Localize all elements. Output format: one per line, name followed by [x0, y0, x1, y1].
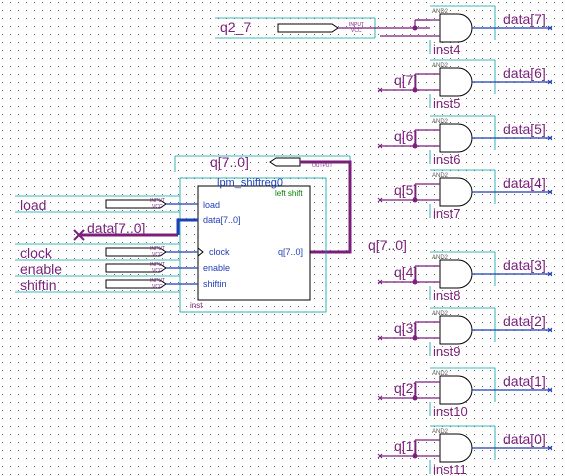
gate-inst-label: inst5 — [433, 96, 460, 111]
pin-label-load: load — [20, 197, 46, 213]
gate-output-label: data[6] — [503, 65, 546, 81]
shiftreg-inst: inst — [190, 301, 203, 310]
gate-output-label: data[0] — [503, 431, 546, 447]
gate-output-label: data[3] — [503, 257, 546, 273]
gate-input-label: q[3] — [394, 320, 417, 336]
port-q-out: q[7..0] — [278, 247, 303, 257]
gate-type-label: AND2 — [432, 255, 449, 261]
and-gate-body — [439, 67, 473, 97]
and-gate-body — [439, 259, 473, 289]
gate-inst-label: inst4 — [433, 42, 460, 57]
pin-label-shiftin: shiftin — [20, 277, 57, 293]
shiftreg-title: lpm_shiftreg0 — [217, 177, 283, 189]
gate-output-label: data[2] — [503, 313, 546, 329]
pin-vcc-label: VCC — [152, 284, 163, 290]
lpm-shiftreg-block[interactable]: lpm_shiftreg0 left shift load data[7..0]… — [179, 177, 327, 313]
shiftreg-mode: left shift — [275, 189, 303, 198]
gate-inst-label: inst8 — [433, 288, 460, 303]
port-shiftin: shiftin — [203, 279, 227, 289]
gate-input-label: q[4] — [394, 264, 417, 280]
pin-label-enable: enable — [20, 261, 62, 277]
gate-inst-label: inst9 — [433, 344, 460, 359]
gate-output-label: data[7] — [503, 11, 546, 27]
and-gate-body — [439, 315, 473, 345]
gate-inst-label: inst6 — [433, 152, 460, 167]
gate-inst-label: inst7 — [433, 206, 460, 221]
data-bus-label: data[7..0] — [87, 220, 145, 236]
pin-vcc-label: VCC — [152, 252, 163, 258]
gate-output-label: data[1] — [503, 373, 546, 389]
gate-input-label: q[5] — [394, 182, 417, 198]
pin-vcc-label: VCC — [152, 204, 163, 210]
gate-type-label: AND2 — [432, 119, 449, 125]
gate-type-label: AND2 — [432, 173, 449, 179]
gate-inst-label: inst10 — [433, 404, 468, 419]
port-data: data[7..0] — [203, 215, 241, 225]
pin-label-q2_7: q2_7 — [220, 19, 251, 35]
and-gate-body — [439, 177, 473, 207]
schematic-canvas: INPUT VCC q2_7 AND2 data[7]inst4AND2q[7] d… — [0, 0, 565, 476]
and-gate-body — [439, 433, 473, 463]
gate-type-label: AND2 — [432, 63, 449, 69]
and-gate-body — [439, 123, 473, 153]
output-pin-label: q[7..0] — [210, 154, 249, 170]
gate-output-label: data[4] — [503, 175, 546, 191]
and-gate-body — [439, 375, 473, 405]
gate-input-label: q[1] — [394, 438, 417, 454]
gate-output-label: data[5] — [503, 121, 546, 137]
gate-input-label: q[6] — [394, 128, 417, 144]
port-clock: clock — [209, 247, 230, 257]
output-type-label: OUTPUT — [312, 163, 333, 169]
gate-type-label: AND2 — [432, 371, 449, 377]
gate-input-label: q[2] — [394, 380, 417, 396]
gate-type-label: AND2 — [432, 311, 449, 317]
port-enable: enable — [203, 263, 230, 273]
pin-vcc-label: VCC — [152, 268, 163, 274]
gate-inst-label: inst11 — [433, 462, 467, 476]
gate-input-label: q[7] — [394, 72, 417, 88]
bus-label-q: q[7..0] — [368, 237, 407, 253]
pin-vcc-label: VCC — [351, 28, 362, 34]
gate-type-label: AND2 — [432, 9, 449, 15]
and-gate-body — [439, 13, 473, 43]
gate-type-label: AND2 — [432, 429, 449, 435]
pin-label-clock: clock — [20, 245, 53, 261]
port-load: load — [203, 200, 220, 210]
